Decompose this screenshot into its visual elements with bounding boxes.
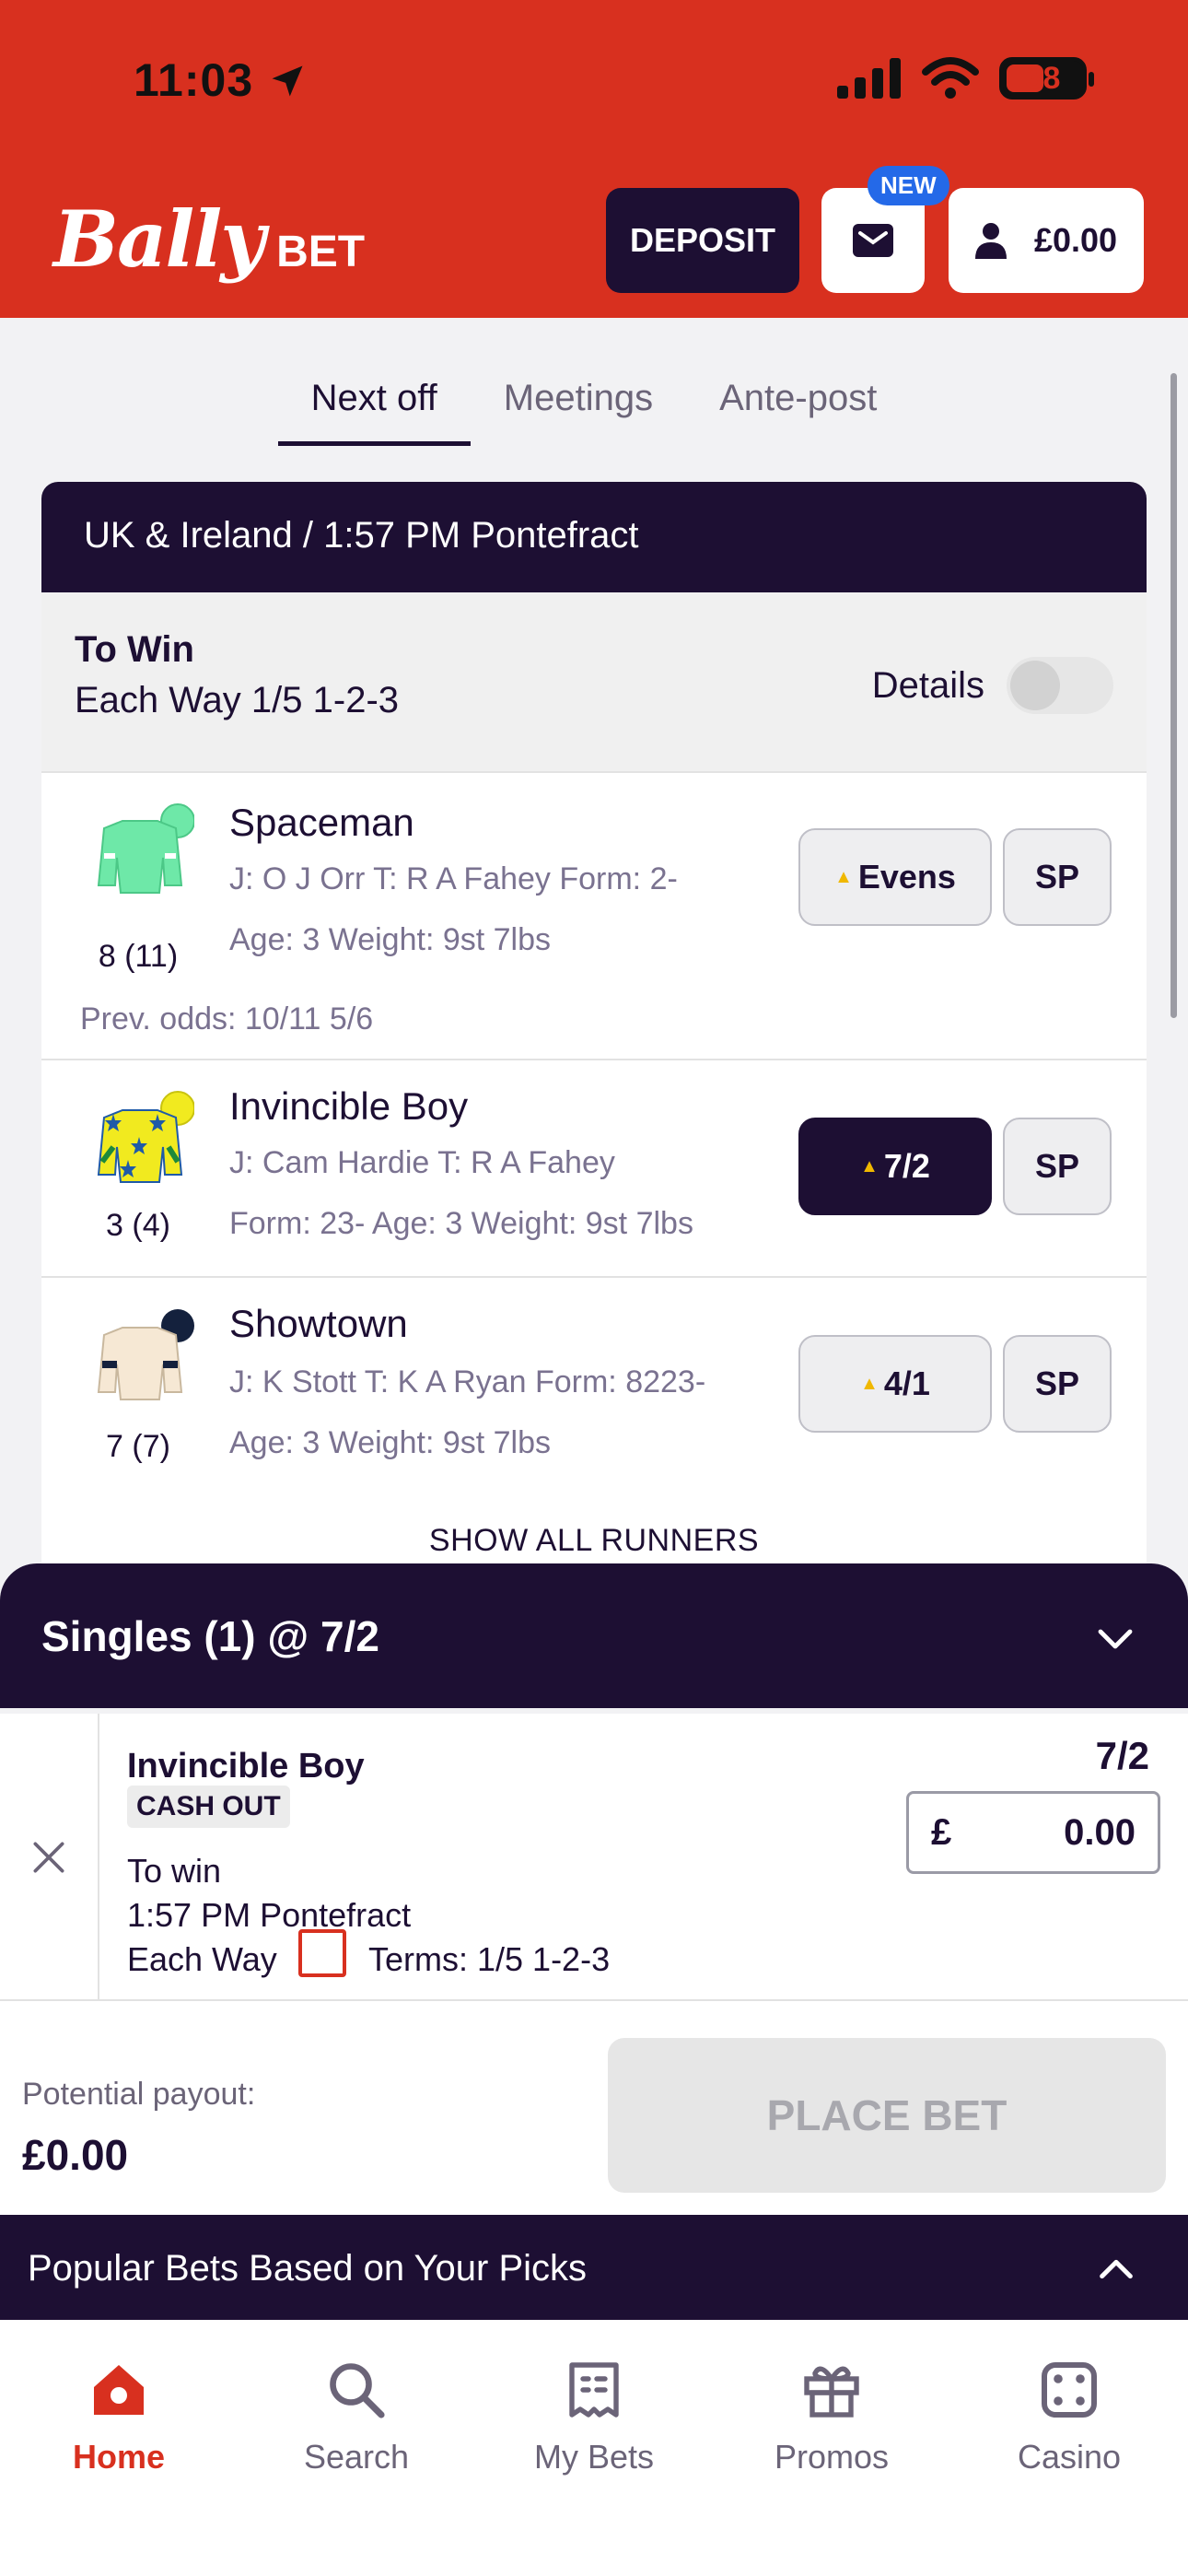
- chevron-up-icon[interactable]: [1095, 2248, 1137, 2290]
- payout-area: Potential payout: £0.00 PLACE BET: [0, 2001, 1188, 2215]
- odds-value: Evens: [857, 858, 956, 896]
- status-indicators: 38: [837, 55, 1094, 101]
- balance-amount: £0.00: [1033, 221, 1118, 259]
- nav-search[interactable]: Search: [238, 2320, 475, 2576]
- home-icon: [94, 2365, 144, 2415]
- nav-promos-label: Promos: [774, 2438, 890, 2476]
- race-title[interactable]: UK & Ireland / 1:57 PM Pontefract: [41, 482, 1147, 592]
- runner-name[interactable]: Showtown: [229, 1302, 408, 1346]
- tab-next-off[interactable]: Next off: [277, 378, 471, 446]
- race-tabs: Next off Meetings Ante-post: [0, 378, 1188, 446]
- jockey-silk-icon: [97, 803, 194, 894]
- jockey-silk-icon: [97, 1091, 194, 1183]
- previous-odds: Prev. odds: 10/11 5/6: [80, 1001, 374, 1036]
- nav-search-label: Search: [303, 2438, 410, 2476]
- account-balance-button[interactable]: £0.00: [949, 188, 1144, 293]
- odds-up-icon: ▲: [860, 1373, 879, 1394]
- app-header: 11:03 38 Bally BET DEPOSIT NEW £0.00: [0, 0, 1188, 318]
- remove-selection-button[interactable]: [0, 1714, 99, 2001]
- receipt-icon: [569, 2362, 619, 2418]
- runner-jockey-trainer: J: K Stott T: K A Ryan Form: 8223-: [229, 1364, 706, 1399]
- runner-form-age-weight: Form: 23- Age: 3 Weight: 9st 7lbs: [229, 1206, 693, 1241]
- sp-button[interactable]: SP: [1003, 828, 1112, 926]
- user-icon: [974, 223, 1007, 259]
- battery-level: 38: [1025, 60, 1061, 96]
- close-icon: [33, 1842, 64, 1873]
- market-row: To Win Each Way 1/5 1-2-3 Details: [41, 592, 1147, 773]
- show-all-runners-link[interactable]: SHOW ALL RUNNERS: [41, 1523, 1147, 1559]
- chevron-down-icon[interactable]: [1093, 1617, 1137, 1661]
- status-time: 11:03: [134, 54, 254, 106]
- brand-logo[interactable]: Bally BET: [53, 193, 365, 285]
- place-bet-button[interactable]: PLACE BET: [608, 2038, 1166, 2193]
- odds-button[interactable]: ▲ 4/1: [798, 1335, 992, 1433]
- details-label: Details: [871, 664, 984, 706]
- stake-input[interactable]: £ 0.00: [906, 1791, 1160, 1874]
- new-badge: NEW: [868, 166, 949, 205]
- odds-up-icon: ▲: [860, 1155, 879, 1177]
- betslip-title: Singles (1) @ 7/2: [41, 1612, 379, 1660]
- selection-name: Invincible Boy: [127, 1747, 365, 1786]
- runner-row: 8 (11) Spaceman J: O J Orr T: R A Fahey …: [41, 773, 1147, 1060]
- tab-meetings[interactable]: Meetings: [471, 378, 686, 446]
- betslip-header[interactable]: Singles (1) @ 7/2: [0, 1563, 1188, 1708]
- odds-value: 4/1: [883, 1364, 930, 1402]
- details-control: Details: [872, 657, 1113, 714]
- selection-odds: 7/2: [1095, 1734, 1149, 1777]
- bottom-nav: Home Search My Bets Promos Casino: [0, 2320, 1188, 2576]
- wifi-icon: [922, 57, 979, 99]
- runner-number: 7 (7): [106, 1429, 170, 1464]
- each-way-label: Each Way: [127, 1940, 277, 1978]
- search-icon: [330, 2363, 385, 2418]
- nav-home-label: Home: [72, 2438, 166, 2476]
- odds-value: 7/2: [883, 1147, 930, 1185]
- runner-name[interactable]: Spaceman: [229, 801, 414, 845]
- nav-casino[interactable]: Casino: [950, 2320, 1188, 2576]
- runner-row: 3 (4) Invincible Boy J: Cam Hardie T: R …: [41, 1060, 1147, 1278]
- dice-icon: [1042, 2362, 1097, 2418]
- deposit-button[interactable]: DEPOSIT: [606, 188, 799, 293]
- nav-promos[interactable]: Promos: [713, 2320, 950, 2576]
- nav-casino-label: Casino: [1017, 2438, 1122, 2476]
- betslip-selection: Invincible Boy CASH OUT To win 1:57 PM P…: [0, 1714, 1188, 2001]
- selection-market: To win: [127, 1852, 222, 1890]
- gift-icon: [804, 2366, 859, 2418]
- each-way-terms: Terms: 1/5 1-2-3: [368, 1940, 611, 1978]
- selection-race: 1:57 PM Pontefract: [127, 1896, 412, 1934]
- runner-jockey-trainer: J: Cam Hardie T: R A Fahey: [229, 1145, 615, 1180]
- odds-button-selected[interactable]: ▲ 7/2: [798, 1118, 992, 1215]
- runner-number: 3 (4): [106, 1208, 170, 1243]
- nav-home[interactable]: Home: [0, 2320, 238, 2576]
- runner-name[interactable]: Invincible Boy: [229, 1084, 468, 1129]
- mail-icon: [853, 224, 893, 257]
- runner-jockey-trainer: J: O J Orr T: R A Fahey Form: 2-: [229, 861, 678, 896]
- popular-bets-label: Popular Bets Based on Your Picks: [28, 2248, 588, 2289]
- odds-button[interactable]: ▲ Evens: [798, 828, 992, 926]
- nav-my-bets[interactable]: My Bets: [475, 2320, 713, 2576]
- location-arrow-icon: [272, 65, 303, 97]
- race-card: UK & Ireland / 1:57 PM Pontefract To Win…: [41, 482, 1147, 1569]
- currency-symbol: £: [931, 1811, 952, 1853]
- details-toggle[interactable]: [1007, 657, 1113, 714]
- potential-payout-value: £0.00: [22, 2131, 129, 2179]
- sp-button[interactable]: SP: [1003, 1335, 1112, 1433]
- each-way-checkbox[interactable]: [298, 1929, 346, 1977]
- tab-ante-post[interactable]: Ante-post: [686, 378, 910, 446]
- nav-my-bets-label: My Bets: [533, 2438, 655, 2476]
- jockey-silk-icon: [97, 1309, 194, 1400]
- logo-sub: BET: [276, 228, 366, 276]
- cash-out-badge: CASH OUT: [127, 1786, 290, 1828]
- scrollbar[interactable]: [1171, 373, 1177, 1018]
- potential-payout-label: Potential payout:: [22, 2077, 256, 2112]
- logo-main: Bally: [53, 193, 265, 285]
- odds-up-icon: ▲: [834, 866, 853, 887]
- stake-value: 0.00: [1064, 1811, 1136, 1853]
- sp-button[interactable]: SP: [1003, 1118, 1112, 1215]
- signal-icon: [837, 58, 901, 99]
- popular-bets-bar[interactable]: Popular Bets Based on Your Picks: [0, 2215, 1188, 2320]
- runner-age-weight: Age: 3 Weight: 9st 7lbs: [229, 922, 552, 957]
- runner-age-weight: Age: 3 Weight: 9st 7lbs: [229, 1425, 552, 1460]
- battery-icon: 38: [999, 57, 1094, 100]
- runner-number: 8 (11): [98, 939, 179, 974]
